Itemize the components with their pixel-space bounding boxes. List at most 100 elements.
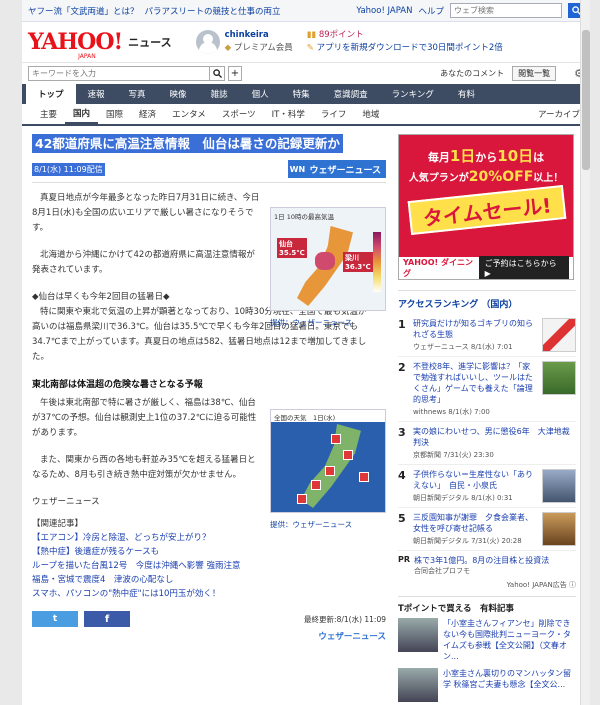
tab-international[interactable]: 国際 <box>98 103 131 125</box>
related-link[interactable]: 【エアコン】冷房と除湿、どっちが安上がり？ <box>32 531 386 545</box>
ad-credit[interactable]: Yahoo! JAPAN広告 ⓘ <box>398 580 576 590</box>
ranking-heading[interactable]: アクセスランキング （国内） <box>398 290 576 310</box>
figure-temperature-map[interactable]: 1日 10時の最高気温 仙台 35.5℃ 梁川 36.3℃ 提供：ウェザーニュース <box>270 207 386 328</box>
ranking-thumbnail[interactable] <box>542 512 576 546</box>
search-bar: + あなたのコメント 閲覧一覧 ⚙ <box>22 62 590 84</box>
your-comments-link[interactable]: あなたのコメント <box>440 68 504 79</box>
nav-ranking[interactable]: ランキング <box>380 84 446 104</box>
user-area[interactable]: chinkeira ◆ プレミアム会員 <box>195 29 293 55</box>
plus-icon[interactable]: + <box>228 66 242 81</box>
ranking-thumbnail[interactable] <box>542 361 576 395</box>
nav-feature[interactable]: 特集 <box>281 84 322 104</box>
nav-individual[interactable]: 個人 <box>240 84 281 104</box>
premium-label[interactable]: プレミアム会員 <box>234 43 293 53</box>
tab-main[interactable]: 主要 <box>32 103 65 125</box>
util-link-2[interactable]: パラアスリートの競技と仕事の両立 <box>145 5 281 17</box>
pr-link[interactable]: 株で3年1億円。8月の注目株と投資法 <box>414 556 549 565</box>
ranking-item[interactable]: 2 不登校8年、進学に影響は？「家で勉強すればいいし、ツールはたくさん」ゲームで… <box>398 357 576 422</box>
tab-region[interactable]: 地域 <box>354 103 387 125</box>
tab-life[interactable]: ライフ <box>313 103 355 125</box>
web-search-input[interactable] <box>450 3 562 18</box>
bulb-icon: ✎ <box>306 43 314 53</box>
tpoint-title[interactable]: 「小室圭さんフィアンセ」削除できない今も国際批判ニューヨーク・タイムズも参戦【全… <box>443 618 576 662</box>
related-link[interactable]: ループを描いた台風12号 今度は沖縄へ影響 強雨注意 <box>32 559 386 573</box>
tpoint-item[interactable]: 「小室圭さんフィアンセ」削除できない今も国際批判ニューヨーク・タイムズも参戦【全… <box>398 618 576 662</box>
publisher-logo[interactable]: WN ウェザーニュース <box>288 160 386 178</box>
figure-weather-map[interactable]: 全国の天気 1日(水) 提供：ウェザーニュース <box>270 409 386 530</box>
yahoo-logo[interactable]: YAHOO! JAPAN <box>28 31 123 60</box>
nav-breaking[interactable]: 速報 <box>76 84 117 104</box>
nav-photo[interactable]: 写真 <box>117 84 158 104</box>
twitter-share-button[interactable]: t <box>32 611 78 627</box>
nav-video[interactable]: 映像 <box>158 84 199 104</box>
archive-link[interactable]: アーカイブ <box>538 108 580 120</box>
map-label-yanagawa: 梁川 36.3℃ <box>343 252 373 272</box>
sun-icon <box>359 472 369 482</box>
sun-icon <box>325 466 335 476</box>
ranking-title[interactable]: 三反園知事が謝罪 夕食会業者、女性を呼び寄せ記帳る <box>413 512 537 534</box>
tpoint-item[interactable]: 小室圭さん裏切りのマンハッタン留学 秋篠宮ご夫妻も懸念【全文公... <box>398 668 576 702</box>
sun-icon <box>343 450 353 460</box>
ranking-item[interactable]: 3 実の娘にわいせつ、男に懲役6年 大津地裁判決 京都新聞 7/31(火) 23… <box>398 422 576 465</box>
yahoo-japan-link[interactable]: Yahoo! JAPAN <box>356 6 412 16</box>
weather-map-image[interactable]: 全国の天気 1日(水) <box>270 409 386 513</box>
ranking-thumbnail[interactable] <box>542 469 576 503</box>
ad-banner[interactable]: 毎月1日から10日は 人気プランが20%OFF以上！ タイムセール! YAHOO… <box>398 134 574 280</box>
ranking-title[interactable]: 実の娘にわいせつ、男に懲役6年 大津地裁判決 <box>413 426 576 448</box>
keyword-input[interactable] <box>28 66 210 81</box>
help-link[interactable]: ヘルプ <box>418 5 444 17</box>
twitter-icon: t <box>52 614 58 624</box>
publisher-footer-link[interactable]: ウェザーニュース <box>32 630 386 642</box>
ranking-title[interactable]: 子供作らない＝生産性ない「ありえない」 自民・小泉氏 <box>413 469 537 491</box>
pr-item[interactable]: PR 株で3年1億円。8月の注目株と投資法 合同会社プロフモ <box>398 551 576 580</box>
user-name[interactable]: chinkeira <box>225 29 293 42</box>
pr-badge: PR <box>398 555 411 564</box>
tab-sports[interactable]: スポーツ <box>214 103 264 125</box>
tpoint-thumbnail[interactable] <box>398 618 438 652</box>
ad-brand: YAHOO! ダイニング <box>403 258 473 278</box>
sun-icon <box>311 480 321 490</box>
map-label-sendai: 仙台 35.5℃ <box>277 238 307 258</box>
nav-paid[interactable]: 有料 <box>446 84 487 104</box>
keyword-search-button[interactable] <box>210 66 225 81</box>
article-paragraph: また、関東から西の各地も軒並み35℃を超える猛暑日となるため、8月も引き続き熱中… <box>32 455 256 480</box>
ranking-thumbnail[interactable] <box>542 318 576 352</box>
tab-domestic[interactable]: 国内 <box>65 103 99 125</box>
tpoint-thumbnail[interactable] <box>398 668 438 702</box>
related-link[interactable]: 福島・宮城で震度4 津波の心配なし <box>32 573 386 587</box>
sidebar: 毎月1日から10日は 人気プランが20%OFF以上！ タイムセール! YAHOO… <box>398 134 576 705</box>
avatar[interactable] <box>195 30 220 54</box>
points-icon: ▮▮ <box>306 30 317 40</box>
scrollbar-thumb[interactable] <box>582 30 590 170</box>
figure-caption: 提供：ウェザーニュース <box>270 520 353 529</box>
service-name[interactable]: ニュース <box>128 34 171 50</box>
related-link[interactable]: 【熱中症】後遺症が残るケースも <box>32 545 386 559</box>
ranking-title[interactable]: 不登校8年、進学に影響は？「家で勉強すればいいし、ツールはたくさん」ゲームでも養… <box>413 361 537 405</box>
ranking-item[interactable]: 1 研究員だけが知るゴキブリの知られざる生態 ウェザーニュース 8/1(水) 7… <box>398 314 576 357</box>
section-title: 東北南部は体温超の危険な暑さとなる予報 <box>32 380 203 390</box>
temperature-map-image[interactable]: 1日 10時の最高気温 仙台 35.5℃ 梁川 36.3℃ <box>270 207 386 311</box>
ad-line-2: 人気プランが20%OFF以上！ <box>408 169 564 185</box>
facebook-share-button[interactable]: f <box>84 611 130 627</box>
tab-it-science[interactable]: IT・科学 <box>264 103 313 125</box>
app-promo-link[interactable]: アプリを新規ダウンロードで30日間ポイント2倍 <box>317 43 503 53</box>
tab-entertainment[interactable]: エンタメ <box>164 103 214 125</box>
share-bar: t f 最終更新:8/1(水) 11:09 <box>32 611 386 627</box>
ad-cta-button[interactable]: ご予約はこちらから ▶ <box>478 256 569 279</box>
tab-economy[interactable]: 経済 <box>131 103 164 125</box>
nav-top[interactable]: トップ <box>26 84 76 104</box>
nav-survey[interactable]: 意識調査 <box>322 84 380 104</box>
scrollbar[interactable] <box>580 0 590 705</box>
tpoint-title[interactable]: 小室圭さん裏切りのマンハッタン留学 秋篠宮ご夫妻も懸念【全文公... <box>443 668 576 702</box>
ranking-item[interactable]: 4 子供作らない＝生産性ない「ありえない」 自民・小泉氏 朝日新聞デジタル 8/… <box>398 465 576 508</box>
browse-history-button[interactable]: 閲覧一覧 <box>512 66 557 81</box>
related-link[interactable]: スマホ、パソコンの"熱中症"には10円玉が効く！ <box>32 587 386 601</box>
nav-magazine[interactable]: 雑誌 <box>199 84 240 104</box>
ranking-item[interactable]: 5 三反園知事が謝罪 夕食会業者、女性を呼び寄せ記帳る 朝日新聞デジタル 7/3… <box>398 508 576 551</box>
map-header: 全国の天気 1日(水) <box>271 410 385 422</box>
tpoint-heading: Tポイントで買える 有料記事 <box>398 596 576 614</box>
publish-date: 8/1(水) 11:09配信 <box>32 162 105 176</box>
util-link-1[interactable]: ヤフー流「文武両道」とは？ <box>28 5 139 17</box>
ranking-title[interactable]: 研究員だけが知るゴキブリの知られざる生態 <box>413 318 537 340</box>
points-label[interactable]: 89ポイント <box>319 30 364 40</box>
